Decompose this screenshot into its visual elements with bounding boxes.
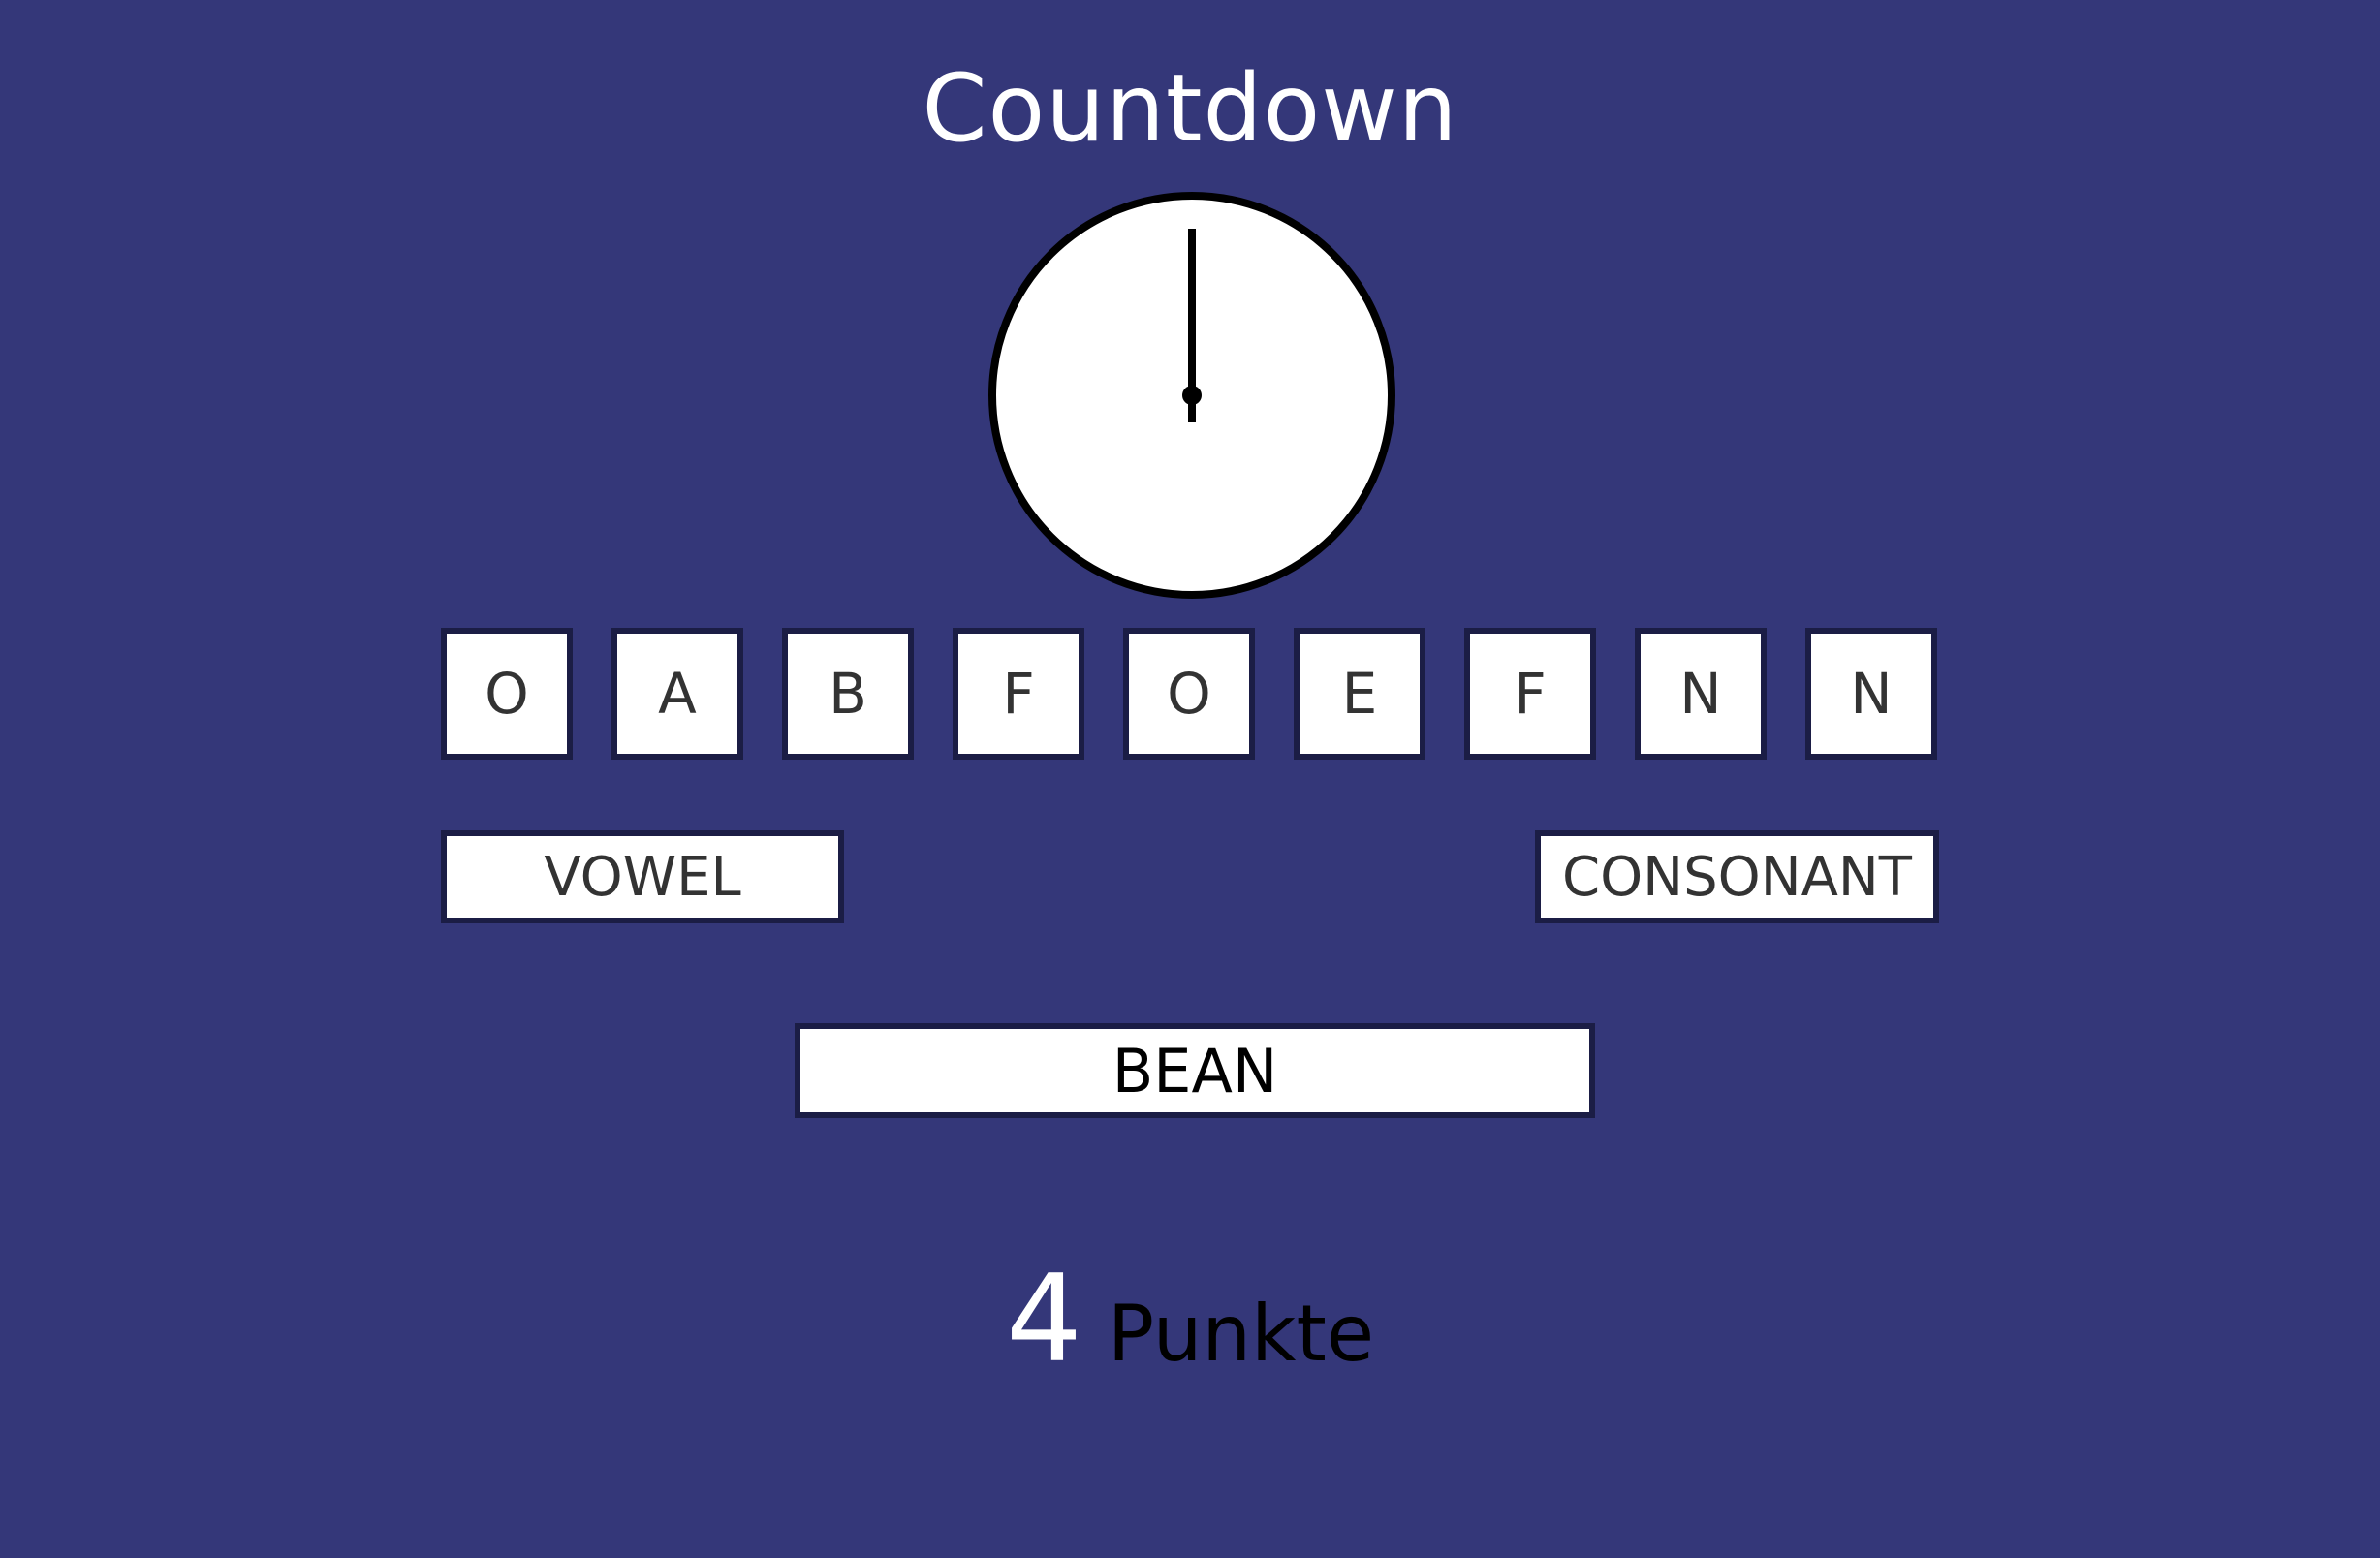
letter-tile[interactable]: F [953, 628, 1084, 760]
score-display: 4 Punkte [0, 1250, 2380, 1389]
word-display[interactable]: BEAN [795, 1023, 1595, 1118]
score-label: Punkte [1107, 1289, 1375, 1379]
letter-tile[interactable]: O [441, 628, 573, 760]
letter-tile[interactable]: N [1635, 628, 1767, 760]
letter-tile[interactable]: F [1464, 628, 1596, 760]
vowel-button[interactable]: VOWEL [441, 830, 844, 923]
letter-tile[interactable]: E [1294, 628, 1425, 760]
letter-tile[interactable]: O [1123, 628, 1255, 760]
game-title: Countdown [922, 54, 1458, 163]
consonant-button[interactable]: CONSONANT [1535, 830, 1939, 923]
letter-tiles: O A B F O E F N N [441, 628, 1939, 760]
score-value: 4 [1005, 1250, 1082, 1389]
countdown-clock [988, 192, 1395, 599]
clock-center-dot [1182, 386, 1202, 405]
letter-tile[interactable]: A [611, 628, 743, 760]
letter-tile[interactable]: N [1805, 628, 1937, 760]
letter-tile[interactable]: B [782, 628, 914, 760]
